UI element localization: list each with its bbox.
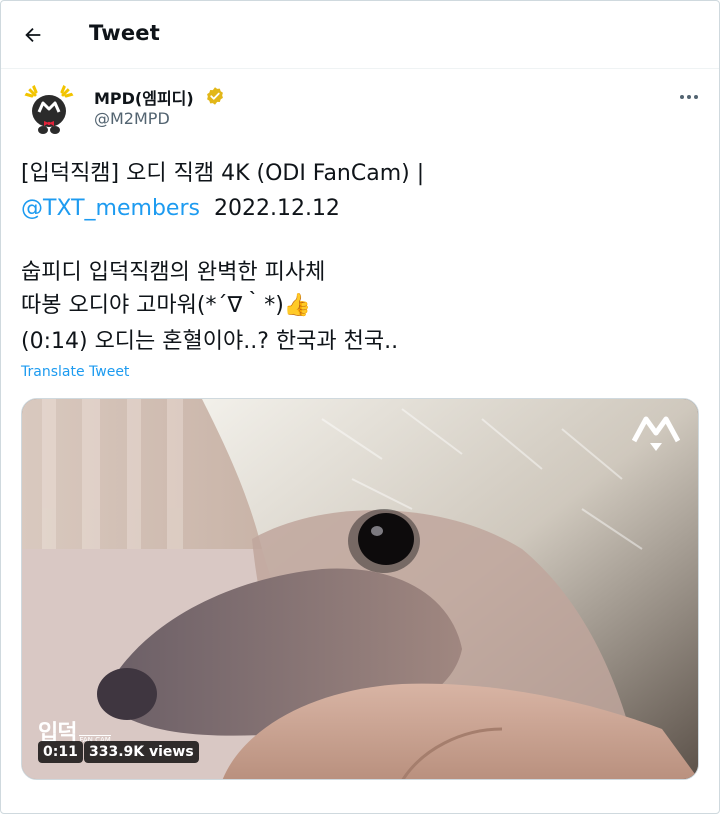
tweet-text-line: @TXT_members 2022.12.12 [21, 194, 340, 224]
author-handle[interactable]: @M2MPD [94, 109, 170, 128]
video-thumbnail [22, 399, 698, 779]
video-view-count: 333.9K views [84, 741, 199, 763]
m2-logo-icon [632, 416, 680, 451]
back-button[interactable] [15, 17, 51, 53]
tweet-text-fragment: 따봉 오디야 고마워(*´∇｀*) [21, 293, 284, 318]
thumbs-up-emoji-icon: 👍 [283, 293, 312, 318]
mention-link[interactable]: @TXT_members [21, 196, 200, 221]
tweet-text-line: 숩피디 입덕직캠의 완벽한 피사체 [21, 260, 326, 285]
author-display-name[interactable]: MPD(엠피디) [94, 85, 194, 109]
tweet-text-line: 따봉 오디야 고마워(*´∇｀*)👍 [21, 291, 311, 321]
tweet-text-line: [입덕직캠] 오디 직캠 4K (ODI FanCam) | [21, 161, 425, 186]
tweet-date: 2022.12.12 [213, 196, 340, 221]
page-header: Tweet [1, 1, 719, 69]
avatar[interactable] [21, 81, 77, 137]
page-title: Tweet [89, 21, 160, 45]
more-dots-icon [680, 95, 684, 99]
tweet-detail-page: Tweet MPD(엠피디) @M2MPD [입덕직캠] 오디 직캠 4K (O… [0, 0, 720, 814]
more-dot [694, 95, 698, 99]
mascot-avatar-icon [21, 81, 77, 137]
verified-badge-icon [207, 87, 223, 105]
tweet-text-line: (0:14) 오디는 혼혈이야..? 한국과 천국.. [21, 329, 399, 354]
more-dot [687, 95, 691, 99]
translate-tweet-link[interactable]: Translate Tweet [21, 364, 129, 380]
video-player[interactable]: 입덕 FAN CAM 0:11 333.9K views [21, 398, 699, 780]
more-options-button[interactable] [673, 83, 705, 111]
video-timecode: 0:11 [38, 741, 83, 763]
arrow-left-icon [25, 27, 41, 43]
